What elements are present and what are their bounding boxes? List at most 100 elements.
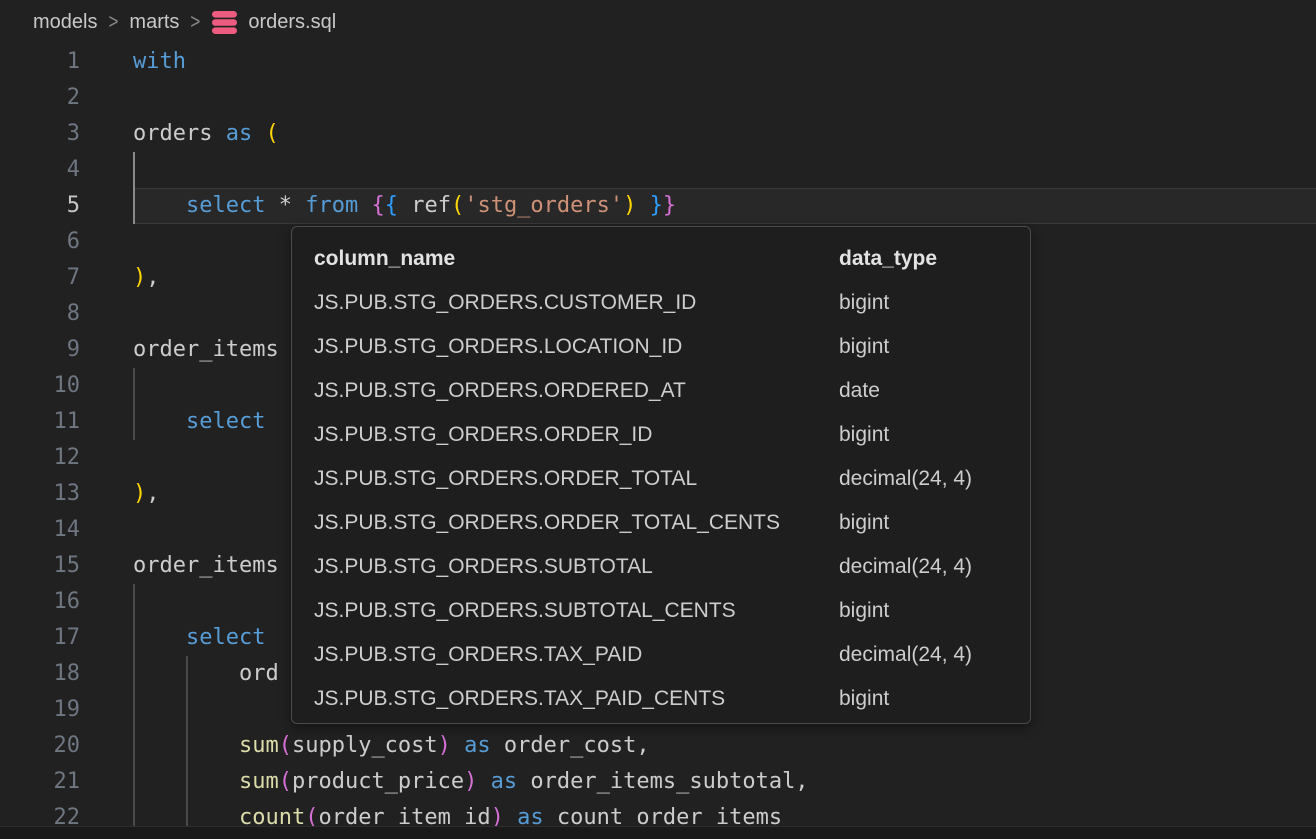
line-number[interactable]: 21 — [0, 764, 133, 800]
code-token[interactable]: select — [186, 409, 265, 434]
code-token[interactable]: } — [650, 193, 663, 218]
code-token[interactable] — [133, 409, 186, 434]
code-line[interactable]: 3orders as ( — [0, 116, 1316, 152]
code-line[interactable]: 21 sum(product_price) as order_items_sub… — [0, 764, 1316, 800]
code-token[interactable]: ( — [265, 121, 278, 146]
line-number[interactable]: 6 — [0, 224, 133, 260]
code-token[interactable] — [133, 769, 239, 794]
code-token[interactable] — [133, 733, 239, 758]
code-text[interactable]: select — [133, 620, 265, 656]
code-token[interactable]: ) — [438, 733, 451, 758]
code-token[interactable]: ) — [623, 193, 636, 218]
breadcrumb-item-models[interactable]: models — [33, 11, 97, 34]
code-text[interactable]: with — [133, 44, 186, 80]
code-token[interactable] — [358, 193, 371, 218]
code-token[interactable]: with — [133, 49, 186, 74]
code-token[interactable] — [491, 733, 504, 758]
code-token[interactable] — [398, 193, 411, 218]
code-token[interactable] — [292, 193, 305, 218]
code-token[interactable]: order_items — [133, 337, 279, 362]
code-token[interactable]: sum — [239, 769, 279, 794]
code-token[interactable]: ) — [133, 265, 146, 290]
code-token[interactable]: { — [385, 193, 398, 218]
code-token[interactable]: product_price — [292, 769, 464, 794]
code-line[interactable]: 1with — [0, 44, 1316, 80]
line-number[interactable]: 2 — [0, 80, 133, 116]
code-text[interactable]: ), — [133, 476, 160, 512]
code-text[interactable]: order_items — [133, 332, 279, 368]
code-token[interactable] — [636, 193, 649, 218]
line-number[interactable]: 20 — [0, 728, 133, 764]
code-token[interactable]: order_items — [133, 553, 279, 578]
code-token[interactable]: from — [305, 193, 358, 218]
code-token[interactable] — [252, 121, 265, 146]
code-text[interactable]: select * from {{ ref('stg_orders') }} — [133, 188, 676, 224]
code-token[interactable] — [451, 733, 464, 758]
line-number[interactable]: 18 — [0, 656, 133, 692]
code-token[interactable]: ref — [411, 193, 451, 218]
code-token[interactable]: ) — [464, 769, 477, 794]
code-token[interactable] — [133, 625, 186, 650]
code-token[interactable] — [133, 661, 239, 686]
code-token[interactable]: sum — [239, 733, 279, 758]
code-token[interactable]: order_items_subtotal, — [530, 769, 808, 794]
code-text[interactable]: orders as ( — [133, 116, 279, 152]
code-token[interactable]: , — [146, 481, 159, 506]
line-number[interactable]: 1 — [0, 44, 133, 80]
line-number[interactable]: 15 — [0, 548, 133, 584]
code-token[interactable]: } — [663, 193, 676, 218]
code-text[interactable]: ord — [133, 656, 279, 692]
line-number[interactable]: 13 — [0, 476, 133, 512]
code-token[interactable]: supply_cost — [292, 733, 438, 758]
code-token[interactable]: ( — [451, 193, 464, 218]
code-text[interactable]: sum(supply_cost) as order_cost, — [133, 728, 650, 764]
line-number[interactable]: 16 — [0, 584, 133, 620]
code-line[interactable]: 5 select * from {{ ref('stg_orders') }} — [0, 188, 1316, 224]
code-token[interactable]: select — [186, 193, 265, 218]
code-token[interactable]: { — [371, 193, 384, 218]
code-token[interactable]: select — [186, 625, 265, 650]
line-number[interactable]: 5 — [0, 188, 133, 224]
code-token[interactable]: as — [464, 733, 491, 758]
code-token[interactable]: ( — [279, 769, 292, 794]
breadcrumb-item-marts[interactable]: marts — [129, 11, 179, 34]
line-number[interactable]: 10 — [0, 368, 133, 404]
code-token[interactable] — [212, 121, 225, 146]
line-number[interactable]: 11 — [0, 404, 133, 440]
code-text[interactable]: ), — [133, 260, 160, 296]
code-line[interactable]: 2 — [0, 80, 1316, 116]
line-number[interactable]: 17 — [0, 620, 133, 656]
code-token[interactable]: 'stg_orders' — [464, 193, 623, 218]
code-text[interactable]: order_items — [133, 548, 279, 584]
code-token[interactable]: * — [279, 193, 292, 218]
breadcrumb-item-file[interactable]: orders.sql — [248, 11, 336, 34]
code-token[interactable] — [477, 769, 490, 794]
code-token[interactable] — [265, 193, 278, 218]
code-line[interactable]: 4 — [0, 152, 1316, 188]
code-token[interactable] — [133, 193, 186, 218]
data-type-cell: bigint — [839, 335, 1030, 359]
line-number[interactable]: 3 — [0, 116, 133, 152]
code-text[interactable]: select — [133, 404, 265, 440]
code-token[interactable]: ( — [279, 733, 292, 758]
line-number[interactable]: 4 — [0, 152, 133, 188]
code-token[interactable]: orders — [133, 121, 212, 146]
code-token[interactable] — [517, 769, 530, 794]
code-token[interactable]: , — [146, 265, 159, 290]
line-number[interactable]: 14 — [0, 512, 133, 548]
code-token[interactable]: ) — [133, 481, 146, 506]
code-text[interactable]: sum(product_price) as order_items_subtot… — [133, 764, 809, 800]
popup-column-row: JS.PUB.STG_ORDERS.ORDERED_ATdate — [292, 369, 1030, 413]
chevron-right-icon: > — [108, 10, 118, 35]
code-line[interactable]: 20 sum(supply_cost) as order_cost, — [0, 728, 1316, 764]
breadcrumb: models > marts > orders.sql — [33, 0, 336, 44]
code-token[interactable]: ord — [239, 661, 279, 686]
line-number[interactable]: 19 — [0, 692, 133, 728]
code-token[interactable]: as — [226, 121, 253, 146]
code-token[interactable]: as — [491, 769, 518, 794]
line-number[interactable]: 7 — [0, 260, 133, 296]
line-number[interactable]: 8 — [0, 296, 133, 332]
line-number[interactable]: 12 — [0, 440, 133, 476]
code-token[interactable]: order_cost, — [504, 733, 650, 758]
line-number[interactable]: 9 — [0, 332, 133, 368]
